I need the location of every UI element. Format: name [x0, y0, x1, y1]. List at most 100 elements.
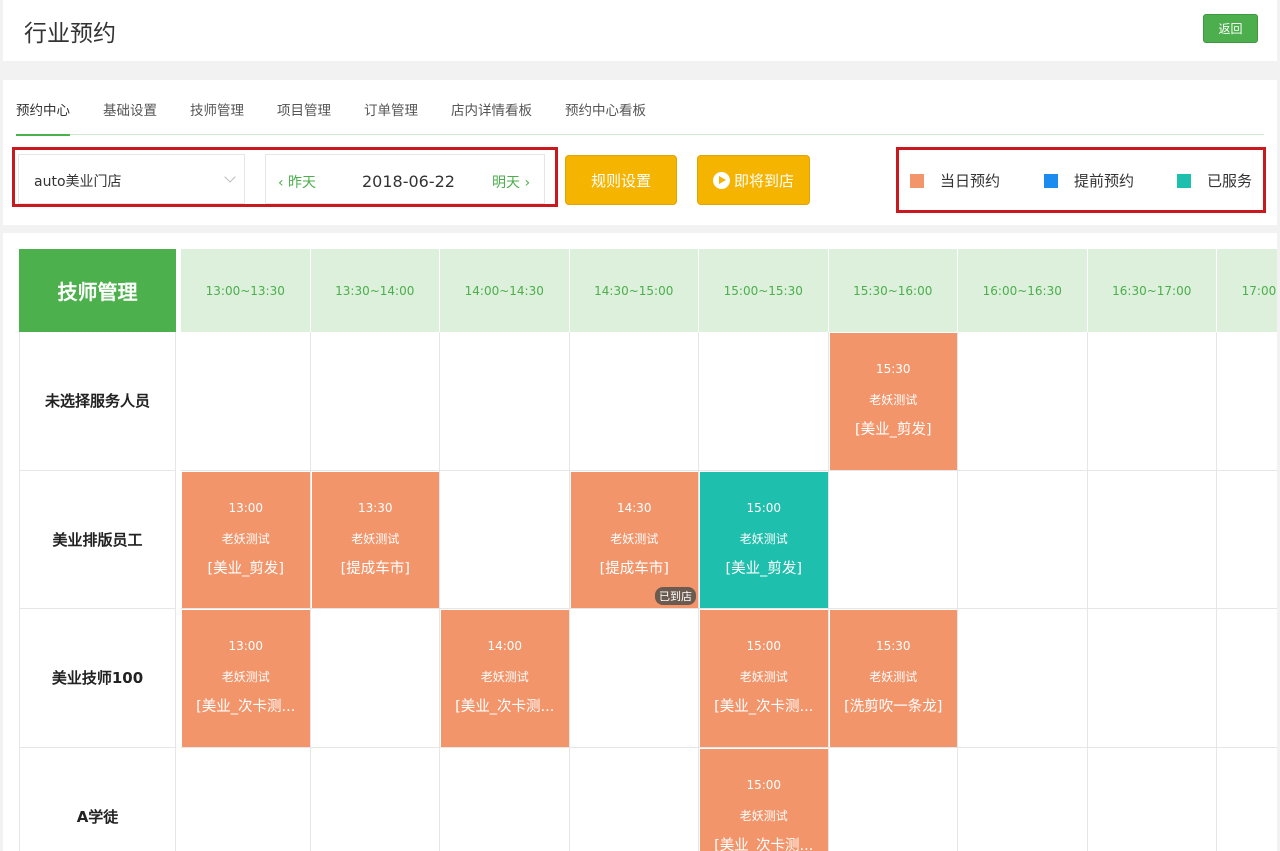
- page-header: 行业预约 返回: [3, 0, 1277, 61]
- chevron-down-icon: [224, 171, 236, 183]
- time-slot-header: 13:30~14:00: [310, 249, 440, 332]
- schedule-cell[interactable]: [828, 470, 958, 609]
- appointment-service: [美业_次卡测...: [455, 699, 555, 715]
- schedule-cell[interactable]: [958, 609, 1088, 748]
- appointment-time: 15:00: [746, 500, 782, 515]
- schedule-cell[interactable]: [181, 332, 311, 471]
- technician-row-label: 美业排版员工: [19, 470, 176, 609]
- time-slot-header: 14:30~15:00: [569, 249, 699, 332]
- legend-item: 提前预约: [1044, 170, 1134, 191]
- appointment-card[interactable]: 13:30 老妖测试 [提成车市]: [311, 471, 439, 608]
- technician-row-label: A学徒: [19, 747, 176, 851]
- schedule-cell[interactable]: [1087, 470, 1217, 609]
- appointment-card[interactable]: 15:00 老妖测试 [美业_次卡测...: [700, 610, 828, 747]
- schedule-cell[interactable]: [570, 747, 699, 851]
- schedule-cell[interactable]: [958, 470, 1088, 609]
- schedule-cell[interactable]: [440, 332, 570, 471]
- appointment-service: [提成车市]: [340, 560, 410, 577]
- next-day-button[interactable]: 明天 ›: [492, 172, 530, 192]
- appointment-card[interactable]: 15:30 老妖测试 [洗剪吹一条龙]: [829, 610, 957, 747]
- appointment-time: 14:00: [487, 639, 523, 653]
- schedule-cell[interactable]: [311, 747, 440, 851]
- time-slot-header: 16:00~16:30: [958, 249, 1088, 332]
- legend-label: 当日预约: [940, 172, 1001, 190]
- appointment-time: 13:00: [228, 639, 264, 653]
- appointment-card[interactable]: 15:00 老妖测试 [美业_剪发]: [700, 471, 828, 608]
- appointment-card[interactable]: 13:00 老妖测试 [美业_次卡测...: [182, 610, 310, 747]
- appointment-service: [提成车市]: [599, 560, 669, 577]
- legend-swatch-served: [1177, 173, 1191, 188]
- appointment-service: [美业_剪发]: [854, 422, 932, 438]
- schedule-cell[interactable]: [310, 332, 440, 471]
- appointment-service: [美业_次卡测...: [714, 837, 814, 851]
- arriving-soon-button[interactable]: 即将到店: [697, 155, 810, 205]
- arriving-soon-label: 即将到店: [733, 171, 794, 190]
- rule-settings-label: 规则设置: [590, 171, 651, 190]
- schedule-cell[interactable]: [958, 332, 1088, 471]
- appointment-card[interactable]: 15:00 老妖测试 [美业_次卡测...: [700, 748, 828, 851]
- appointment-customer: 老妖测试: [739, 808, 788, 823]
- appointment-time: 13:00: [228, 500, 264, 515]
- appointment-service: [美业_次卡测...: [196, 699, 296, 715]
- store-select[interactable]: auto美业门店: [18, 154, 245, 204]
- schedule-cell[interactable]: [440, 470, 570, 609]
- appointment-card[interactable]: 14:00 老妖测试 [美业_次卡测...: [441, 610, 569, 747]
- schedule-cell[interactable]: [1217, 471, 1277, 609]
- appointment-time: 14:30: [616, 500, 652, 515]
- schedule-cell[interactable]: [310, 609, 440, 748]
- schedule-cell[interactable]: [829, 747, 958, 851]
- appointment-time: 15:00: [746, 777, 782, 792]
- time-slot-header: 13:00~13:30: [181, 249, 311, 332]
- schedule-cell[interactable]: [1088, 747, 1217, 851]
- legend-item: 已服务: [1177, 170, 1252, 191]
- store-select-value: auto美业门店: [34, 174, 122, 190]
- tab-basic-settings[interactable]: 基础设置: [103, 80, 157, 135]
- time-slot-header: 15:00~15:30: [699, 249, 829, 332]
- appointment-card[interactable]: 13:00 老妖测试 [美业_剪发]: [182, 471, 310, 608]
- schedule-cell[interactable]: [1217, 609, 1277, 748]
- schedule-cell[interactable]: [569, 609, 699, 748]
- tab-bar: 预约中心 基础设置 技师管理 项目管理 订单管理 店内详情看板 预约中心看板: [16, 80, 1264, 136]
- time-slot-header: 15:30~16:00: [828, 249, 958, 332]
- tab-booking-dashboard[interactable]: 预约中心看板: [565, 80, 646, 135]
- technician-row-label: 未选择服务人员: [19, 332, 176, 471]
- arrived-badge: 已到店: [655, 587, 696, 605]
- appointment-service: [美业_剪发]: [207, 560, 285, 577]
- technician-row-label: 美业技师100: [19, 609, 176, 748]
- tab-technician-management[interactable]: 技师管理: [190, 80, 244, 135]
- appointment-customer: 老妖测试: [869, 670, 918, 684]
- current-date[interactable]: 2018-06-22: [362, 172, 455, 191]
- schedule-cell[interactable]: [958, 747, 1088, 851]
- rule-settings-button[interactable]: 规则设置: [565, 155, 677, 205]
- schedule-cell[interactable]: [1087, 609, 1217, 748]
- appointment-customer: 老妖测试: [221, 531, 270, 546]
- appointment-customer: 老妖测试: [869, 393, 918, 407]
- appointment-card[interactable]: 14:30 老妖测试 [提成车市] 已到店: [570, 471, 698, 608]
- schedule-cell[interactable]: [569, 332, 699, 471]
- appointment-card[interactable]: 15:30 老妖测试 [美业_剪发]: [829, 333, 957, 470]
- tab-project-management[interactable]: 项目管理: [277, 80, 331, 135]
- schedule-cell[interactable]: [1087, 332, 1217, 471]
- appointment-time: 13:30: [357, 500, 393, 515]
- appointment-service: [洗剪吹一条龙]: [844, 699, 943, 715]
- back-button[interactable]: 返回: [1203, 14, 1258, 43]
- appointment-service: [美业_剪发]: [725, 560, 803, 577]
- schedule-cell[interactable]: [440, 747, 570, 851]
- legend-item: 当日预约: [910, 170, 1000, 191]
- tab-booking-center[interactable]: 预约中心: [16, 80, 70, 136]
- page-title: 行业预约: [24, 21, 116, 47]
- appointment-time: 15:00: [746, 639, 782, 653]
- schedule-grid: 技师管理 13:00~13:30 13:30~14:00 14:00~14:30 14…: [3, 233, 1277, 851]
- prev-day-button[interactable]: ‹ 昨天: [278, 172, 316, 192]
- appointment-service: [美业_次卡测...: [714, 699, 814, 715]
- appointment-customer: 老妖测试: [610, 531, 659, 546]
- legend-swatch-advance: [1044, 173, 1058, 188]
- time-slot-header: 16:30~17:00: [1087, 249, 1217, 332]
- legend-label: 已服务: [1207, 172, 1253, 190]
- schedule-cell[interactable]: [699, 332, 829, 471]
- tab-store-dashboard[interactable]: 店内详情看板: [451, 80, 532, 135]
- schedule-cell[interactable]: [1217, 332, 1277, 471]
- schedule-cell[interactable]: [181, 747, 311, 851]
- schedule-cell[interactable]: [1217, 748, 1277, 851]
- tab-order-management[interactable]: 订单管理: [364, 80, 418, 135]
